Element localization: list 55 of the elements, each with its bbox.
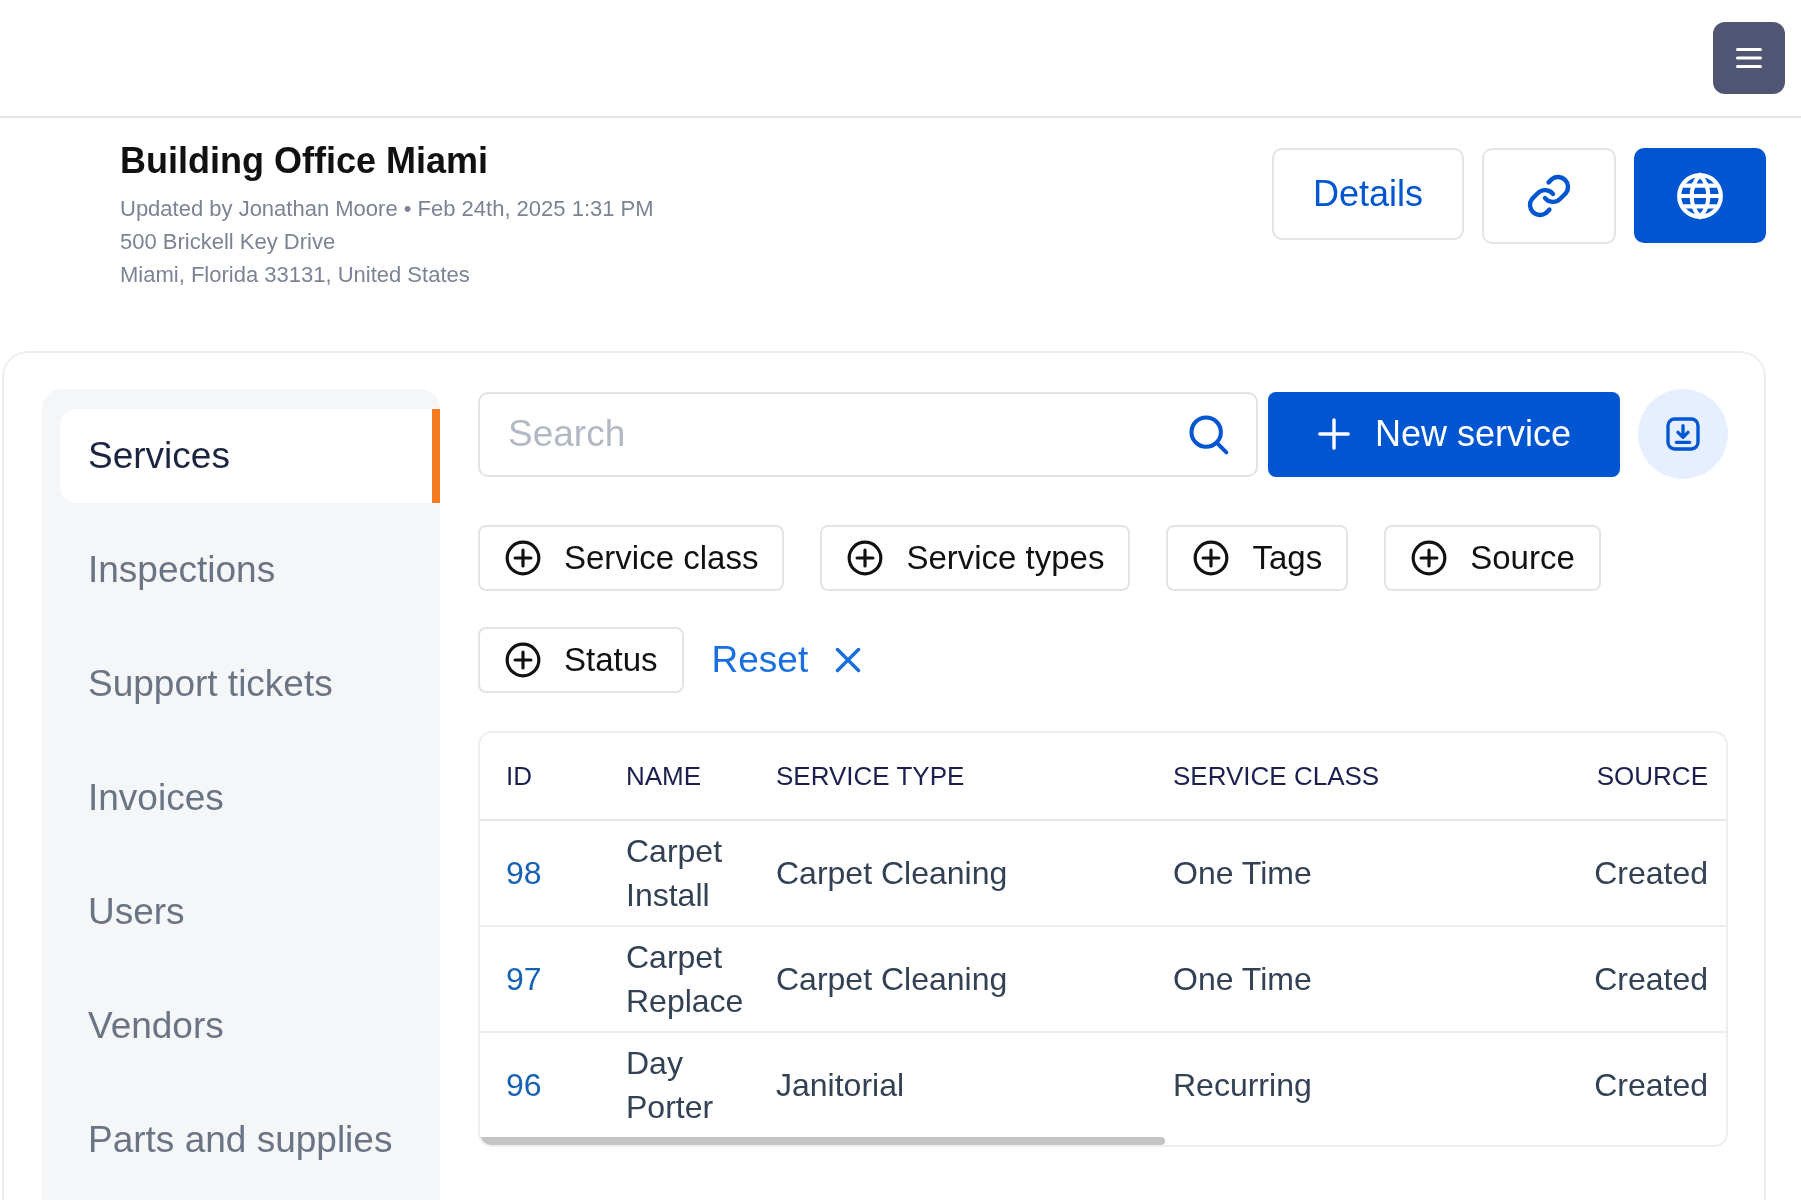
page-title: Building Office Miami — [120, 140, 489, 182]
sidebar-item[interactable]: Invoices — [42, 751, 440, 845]
table-cell: One Time — [1173, 854, 1312, 891]
plus-circle-icon — [504, 641, 542, 679]
column-header: SERVICE TYPE — [776, 760, 965, 791]
sidebar-item[interactable]: Users — [42, 865, 440, 959]
sidebar-item[interactable]: Parts and supplies — [42, 1093, 440, 1187]
table-cell: Carpet Cleaning — [776, 960, 1008, 997]
download-icon — [1663, 414, 1703, 454]
table-cell-text: Carpet Install — [626, 832, 724, 915]
filter-chip[interactable]: Source — [1384, 525, 1601, 591]
table-cell: Created — [1594, 1066, 1708, 1103]
link-icon — [1525, 172, 1573, 220]
link-button[interactable] — [1482, 148, 1616, 244]
updated-text: Updated by Jonathan Moore • Feb 24th, 2025 1:31 PM — [120, 195, 654, 223]
scrollbar[interactable] — [480, 1137, 1166, 1145]
table-cell: One Time — [1173, 960, 1312, 997]
id-link[interactable]: 96 — [506, 1066, 542, 1103]
search-field[interactable]: Search — [478, 391, 1258, 477]
plus-circle-icon — [504, 539, 542, 577]
plus-circle-icon — [1410, 539, 1449, 577]
sidebar-item[interactable]: Services — [60, 409, 440, 503]
column-header: SERVICE CLASS — [1173, 760, 1380, 791]
plus-circle-icon — [1192, 539, 1231, 577]
filter-chip[interactable]: Tags — [1166, 525, 1349, 591]
details-button[interactable]: Details — [1272, 148, 1464, 240]
filter-chip[interactable]: Status — [478, 627, 684, 693]
column-header: NAME — [626, 760, 702, 791]
menu-icon — [1736, 47, 1762, 69]
menu-button[interactable] — [1713, 22, 1785, 94]
plus-icon — [1316, 417, 1351, 451]
id-link[interactable]: 97 — [506, 960, 542, 997]
column-header: SOURCE — [1596, 760, 1708, 791]
table-cell: Carpet Cleaning — [776, 854, 1008, 891]
column-header: ID — [506, 760, 532, 791]
sidebar-item[interactable]: Support tickets — [42, 637, 440, 731]
globe-icon — [1675, 170, 1725, 221]
id-link[interactable]: 98 — [506, 854, 542, 891]
table-cell-text: Carpet Replace — [626, 938, 745, 1021]
filter-chip[interactable]: Service class — [478, 525, 785, 591]
table-cell: Janitorial — [776, 1066, 905, 1103]
sidebar-item[interactable]: Inspections — [42, 523, 440, 617]
address-line: Miami, Florida 33131, United States — [120, 261, 471, 289]
table-cell: Created — [1594, 960, 1708, 997]
table-cell: Created — [1594, 854, 1708, 891]
table-cell: Recurring — [1173, 1066, 1312, 1103]
reset-button[interactable]: Reset — [711, 639, 863, 681]
filter-chip[interactable]: Service types — [820, 525, 1131, 591]
close-icon — [834, 646, 863, 674]
plus-circle-icon — [846, 539, 885, 577]
table-cell-text: Day Porter — [626, 1044, 715, 1127]
new-service-button[interactable]: New service — [1268, 391, 1620, 477]
globe-button[interactable] — [1634, 148, 1766, 243]
sidebar-item[interactable]: Vendors — [42, 979, 440, 1073]
address-line: 500 Brickell Key Drive — [120, 228, 337, 256]
